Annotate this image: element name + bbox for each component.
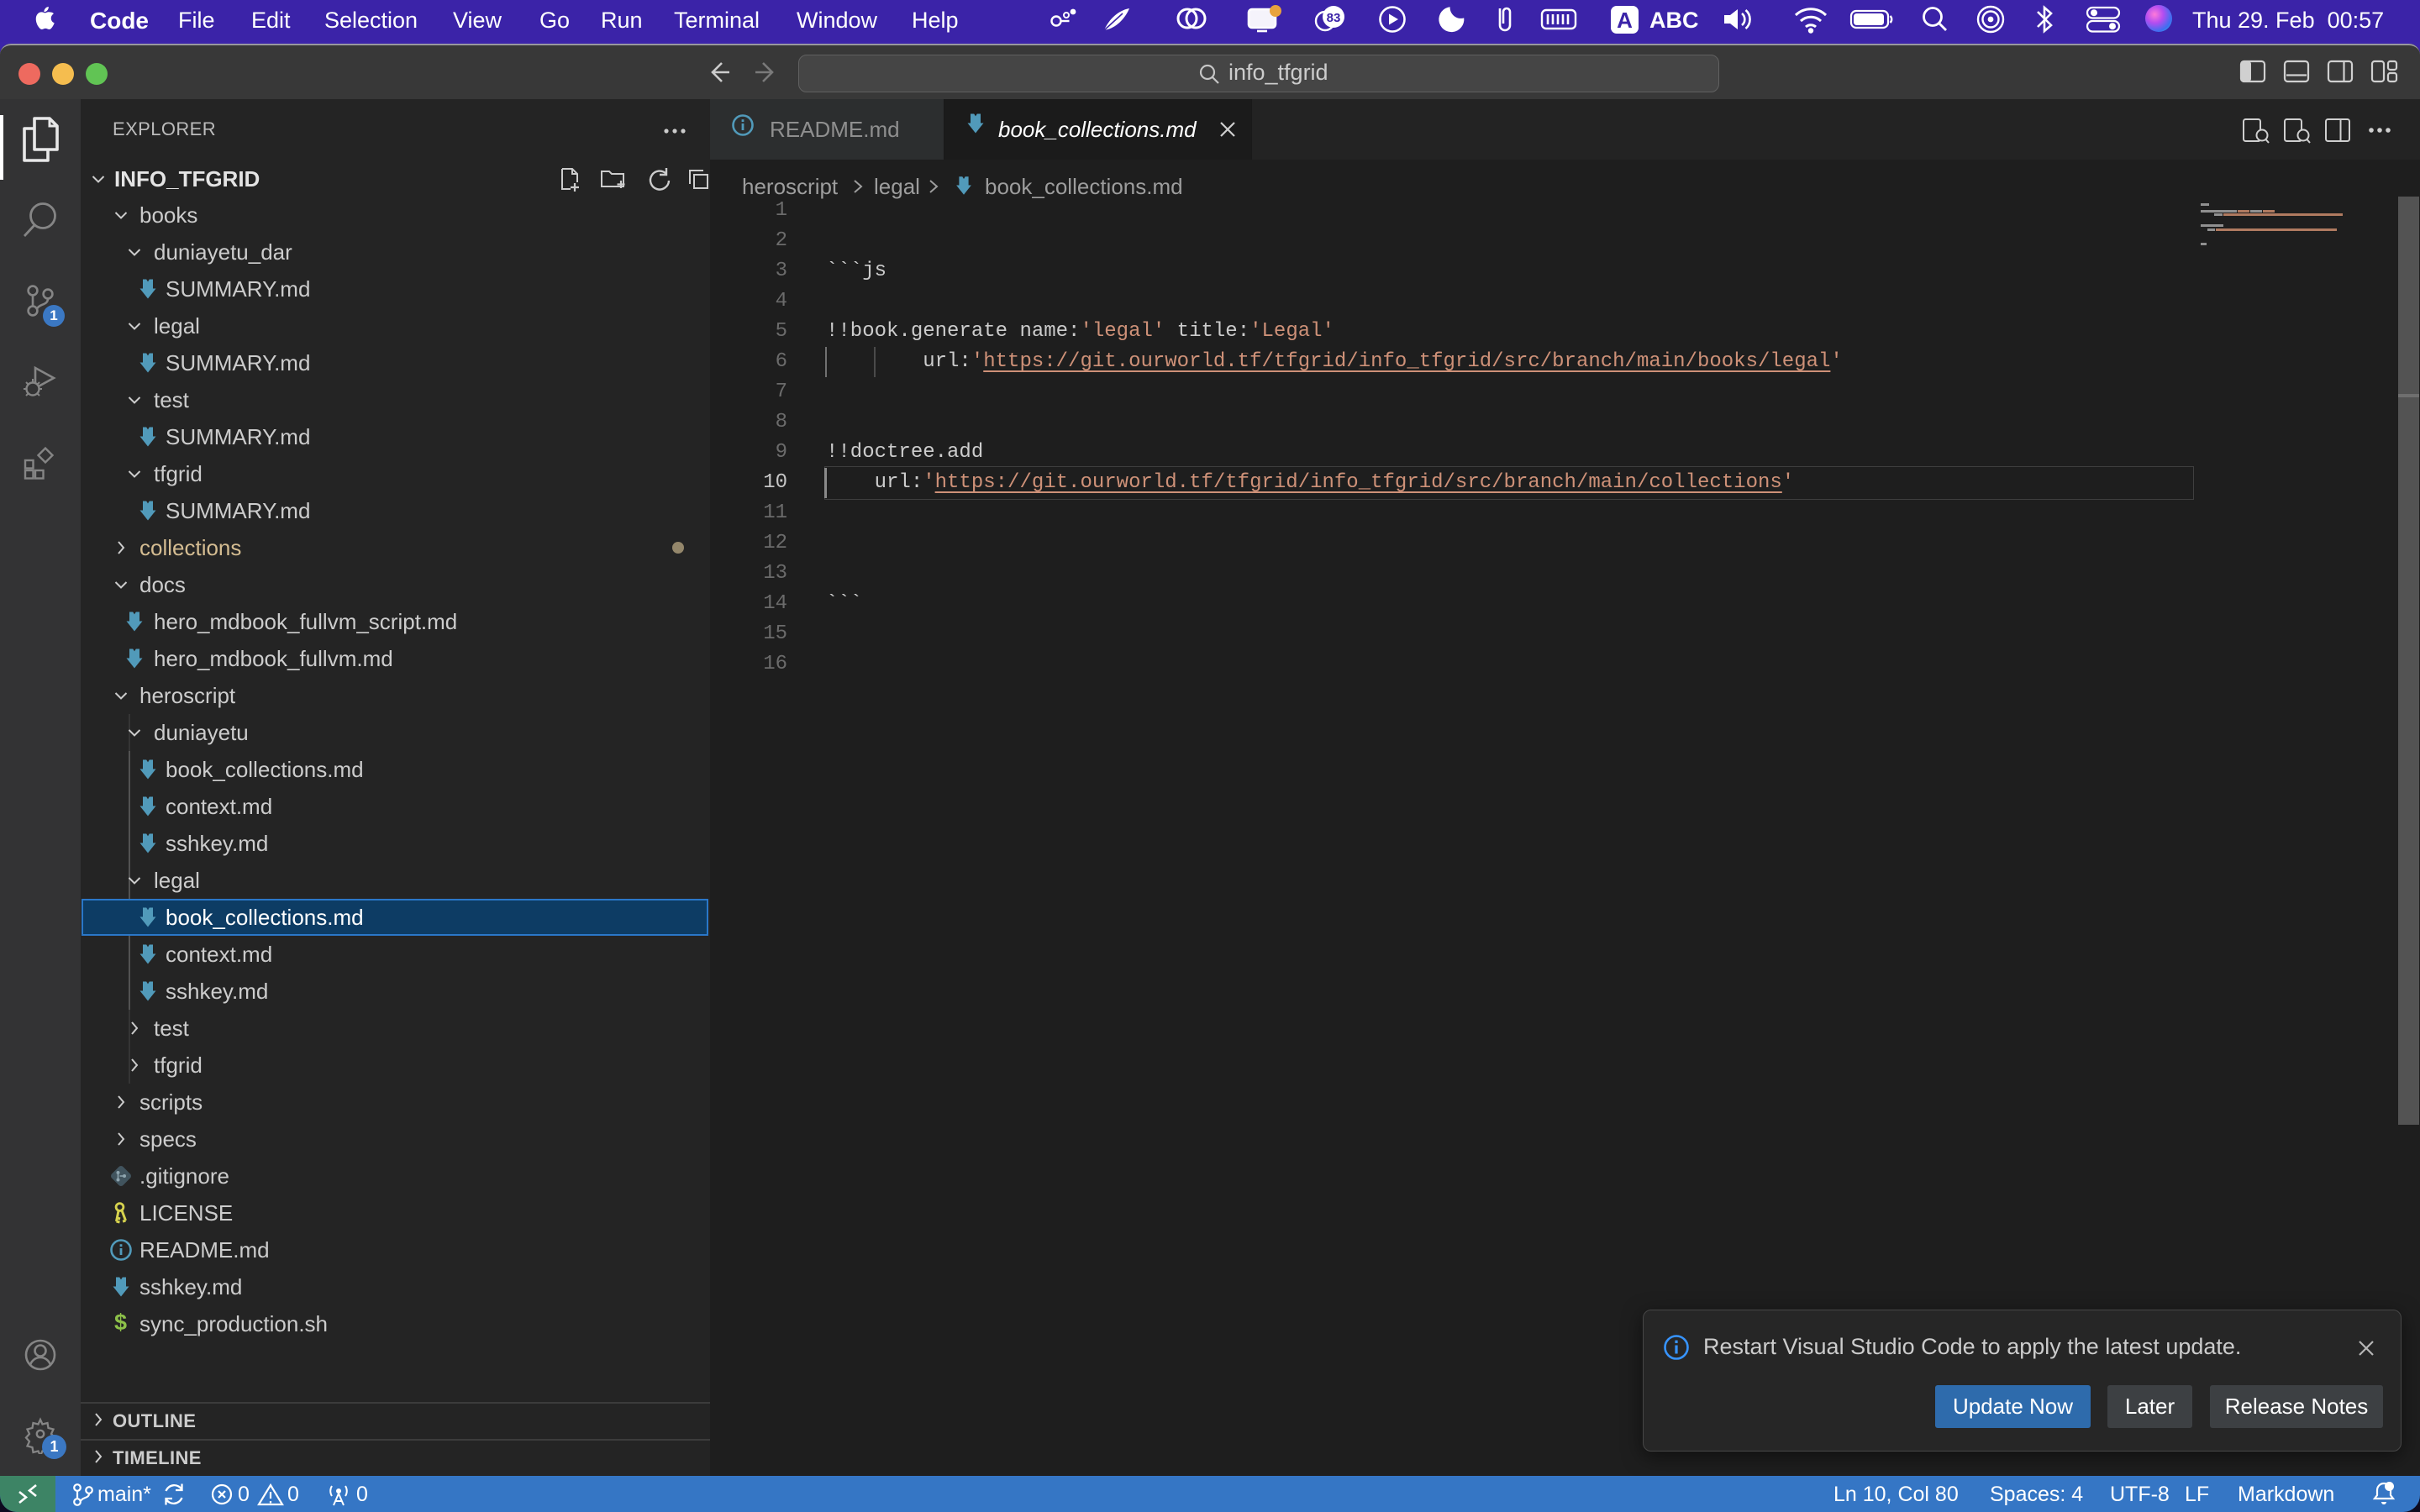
svg-text:83: 83 [1327,11,1341,25]
svg-text:A: A [1617,8,1633,33]
